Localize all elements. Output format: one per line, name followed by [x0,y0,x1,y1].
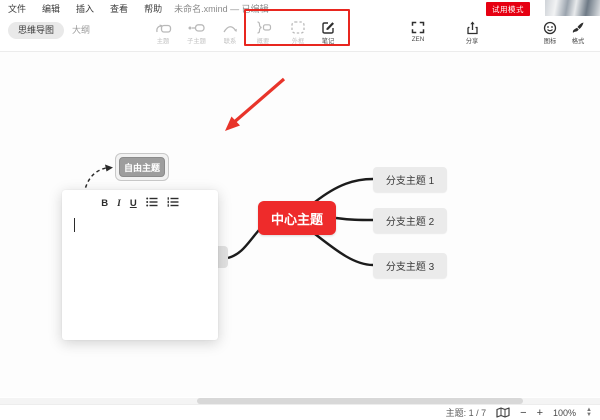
tab-mindmap[interactable]: 思维导图 [8,22,64,39]
format-icon [571,19,585,36]
tab-outline[interactable]: 大纲 [62,22,100,39]
italic-button[interactable]: I [117,198,121,210]
topic-count: 主题: 1 / 7 [446,406,487,419]
zoom-out-button[interactable]: − [520,408,526,418]
topic-icon [155,19,172,36]
menu-help[interactable]: 帮助 [136,2,170,15]
menu-insert[interactable]: 插入 [68,2,102,15]
summary-label: 概要 [257,37,270,46]
branch-topic-2[interactable]: 分支主题 2 [373,208,447,233]
format-button[interactable]: 格式 [561,19,595,51]
subtopic-button[interactable]: 子主题 [179,19,213,51]
bold-button[interactable]: B [101,198,108,210]
zoom-in-button[interactable]: + [537,408,543,418]
menu-view[interactable]: 查看 [102,2,136,15]
branch-topic-1[interactable]: 分支主题 1 [373,167,447,192]
fit-map-icon[interactable] [496,407,510,418]
note-format-toolbar: B I U [62,197,218,211]
menu-file[interactable]: 文件 [0,2,34,15]
summary-icon [254,19,272,36]
free-topic[interactable]: 自由主题 [119,157,165,177]
note-button[interactable]: 笔记 [311,19,345,51]
desktop-wallpaper-fragment [545,0,600,16]
numbered-list-icon[interactable] [167,197,179,211]
underline-button[interactable]: U [130,198,137,210]
relationship-label: 联系 [224,37,237,46]
status-bar: 主题: 1 / 7 − + 100% ▲▼ [0,404,600,420]
menu-edit[interactable]: 编辑 [34,2,68,15]
zen-button[interactable]: ZEN [401,19,435,51]
text-cursor [74,218,75,232]
topic-button[interactable]: 主题 [146,19,180,51]
zoom-level[interactable]: 100% [553,408,576,418]
toolbar: 思维导图 大纲 主题 子主题 [0,16,600,52]
summary-button[interactable]: 概要 [246,19,280,51]
menu-bar: 文件 编辑 插入 查看 帮助 未命名.xmind — 已编辑 试用模式 [0,0,600,16]
document-title: 未命名.xmind — 已编辑 [174,2,269,15]
relationship-button[interactable]: 联系 [213,19,247,51]
share-button[interactable]: 分享 [455,19,489,51]
sticker-label: 图标 [544,37,557,46]
trial-mode-badge: 试用模式 [486,2,530,16]
zoom-stepper[interactable]: ▲▼ [586,408,592,417]
mindmap-canvas[interactable]: 自由主题 中心主题 分支主题 1 分支主题 2 分支主题 3 B I U [0,52,600,397]
share-label: 分享 [466,37,479,46]
subtopic-label: 子主题 [187,37,206,46]
branch-topic-3[interactable]: 分支主题 3 [373,253,447,278]
note-icon [321,19,335,36]
boundary-button[interactable]: 外框 [281,19,315,51]
relationship-icon [222,19,238,36]
note-label: 笔记 [322,37,335,46]
topic-label: 主题 [157,37,170,46]
subtopic-icon [188,19,205,36]
boundary-label: 外框 [292,37,305,46]
central-topic[interactable]: 中心主题 [258,201,336,235]
zen-icon [411,19,425,36]
xmind-app-window: 文件 编辑 插入 查看 帮助 未命名.xmind — 已编辑 试用模式 思维导图… [0,0,600,420]
sticker-icon [543,19,557,36]
boundary-icon [291,19,305,36]
share-icon [466,19,479,36]
bullet-list-icon[interactable] [146,197,158,211]
note-editor-popup[interactable]: B I U [62,190,218,340]
format-label: 格式 [572,37,585,46]
chevron-down-icon: ▼ [586,413,592,418]
zen-label: ZEN [412,36,425,42]
